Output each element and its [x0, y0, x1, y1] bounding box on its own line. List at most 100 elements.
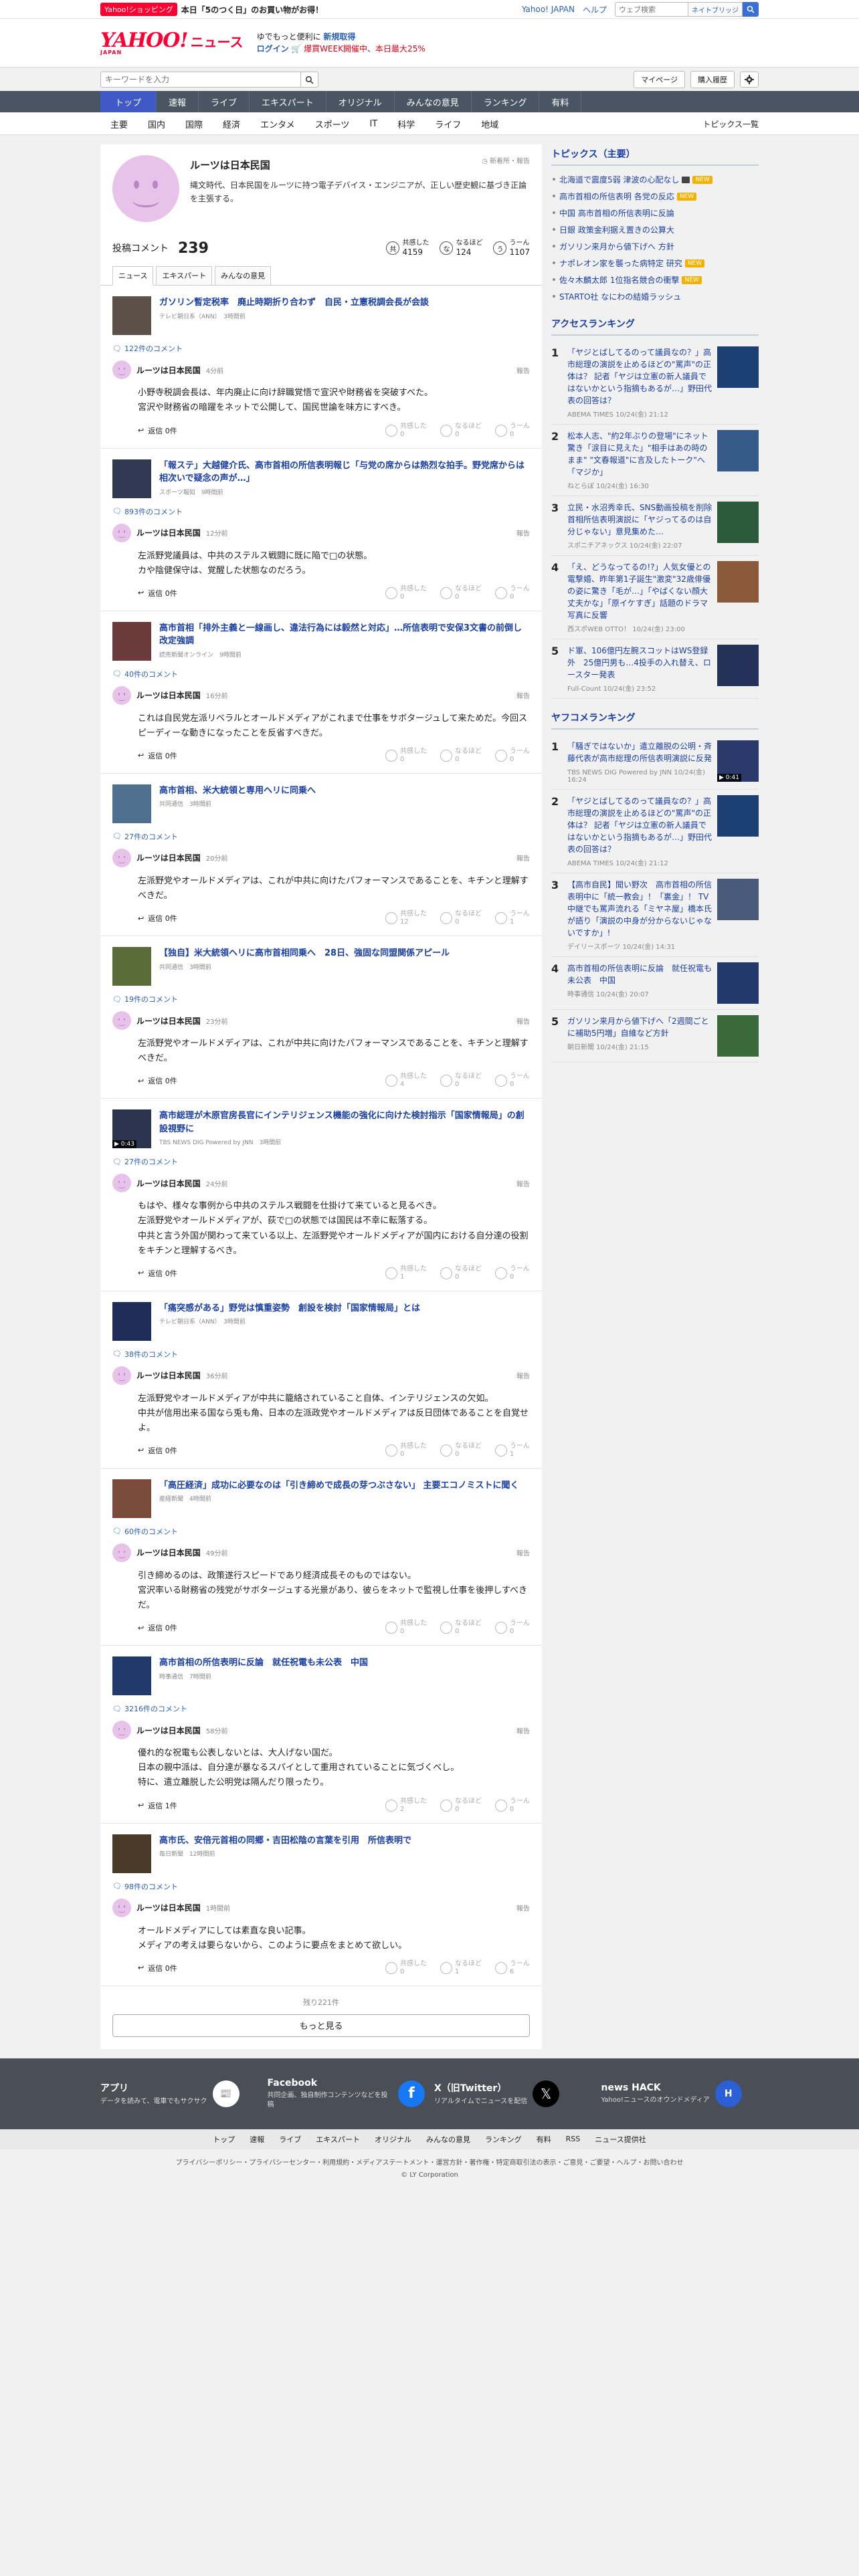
reaction-agree-button[interactable]: なるほど 0	[440, 910, 482, 926]
ranking-item[interactable]: 1 「ヤジとばしてるのって議員なの？」高市総理の演説を止めるほどの"罵声"の正体は…	[551, 341, 759, 425]
reaction-hmm-button[interactable]: うーん 0	[495, 1073, 530, 1089]
article-link[interactable]: 高市氏、安倍元首相の同郷・吉田松陰の言葉を引用 所信表明で 毎日新聞 12時間前	[100, 1824, 542, 1879]
cat-local[interactable]: 地域	[471, 118, 508, 130]
reply-toggle[interactable]: ↩ 返信 0件	[138, 588, 177, 599]
footer-link[interactable]: ライブ	[279, 2134, 301, 2145]
purchase-history-button[interactable]: 購入履歴	[690, 71, 735, 88]
comment-author[interactable]: ルーツは日本民国	[136, 527, 201, 538]
topic-link[interactable]: 中国 高市首相の所信表明に反論	[551, 205, 759, 221]
comment-author[interactable]: ルーツは日本民国	[136, 1547, 201, 1558]
comment-author[interactable]: ルーツは日本民国	[136, 364, 201, 376]
nav-live[interactable]: ライブ	[199, 91, 250, 112]
report-link[interactable]: 報告	[516, 365, 530, 375]
comment-author[interactable]: ルーツは日本民国	[136, 689, 201, 701]
reaction-empathy-button[interactable]: 共感した 1	[385, 1265, 427, 1281]
reaction-agree-button[interactable]: なるほど 1	[440, 1960, 482, 1976]
report-link[interactable]: 報告	[516, 1903, 530, 1913]
ranking-title[interactable]: ド軍、106億円左腕スコットはWS登録外 25億円男も…4投手の入れ替え、ロース…	[567, 645, 713, 681]
footer-link[interactable]: ランキング	[485, 2134, 522, 2145]
reply-toggle[interactable]: ↩ 返信 0件	[138, 425, 177, 436]
ranking-title[interactable]: 立民・水沼秀幸氏、SNS動画投稿を削除 首相所信表明演説に「ヤジってるのは自分じ…	[567, 502, 720, 538]
article-title[interactable]: 高市氏、安倍元首相の同郷・吉田松陰の言葉を引用 所信表明で	[159, 1834, 411, 1848]
comment-author[interactable]: ルーツは日本民国	[136, 1178, 201, 1189]
nav-ranking[interactable]: ランキング	[472, 91, 540, 112]
comment-count-link[interactable]: 🗨 27件のコメント	[100, 1154, 542, 1174]
comment-count-link[interactable]: 🗨 40件のコメント	[100, 666, 542, 686]
cat-world[interactable]: 国際	[175, 118, 213, 130]
cat-economy[interactable]: 経済	[213, 118, 250, 130]
footer-card-newshack[interactable]: news HACK Yahoo!ニュースのオウンドメディア H	[601, 2080, 759, 2107]
nav-expert[interactable]: エキスパート	[250, 91, 326, 112]
cat-it[interactable]: IT	[359, 119, 387, 129]
yahoo-japan-link[interactable]: Yahoo! JAPAN	[522, 5, 575, 14]
ranking-item[interactable]: 4 「え、どうなってるの!?」人気女優との電撃婚、昨年第1子誕生"激変"32歳俳優…	[551, 556, 759, 639]
topic-link[interactable]: 北海道で震度5弱 津波の心配なし NEW	[551, 171, 759, 188]
report-link[interactable]: 報告	[516, 1370, 530, 1380]
reaction-hmm-button[interactable]: うーん 0	[495, 423, 530, 439]
topic-link[interactable]: 日銀 政策金利据え置きの公算大	[551, 221, 759, 238]
news-search-input[interactable]	[100, 72, 301, 88]
reaction-hmm-button[interactable]: うーん 0	[495, 1265, 530, 1281]
footer-link[interactable]: 速報	[250, 2134, 264, 2145]
topics-list-link[interactable]: トピックス一覧	[702, 118, 759, 130]
reaction-hmm-button[interactable]: うーん 0	[495, 1798, 530, 1814]
web-search-button[interactable]	[743, 2, 759, 17]
comment-count-link[interactable]: 🗨 60件のコメント	[100, 1523, 542, 1543]
article-link[interactable]: ▶ 0:43 高市総理が木原官房長官にインテリジェンス機能の強化に向けた検討指示「…	[100, 1099, 542, 1154]
footer-link[interactable]: エキスパート	[316, 2134, 360, 2145]
reply-toggle[interactable]: ↩ 返信 0件	[138, 1445, 177, 1456]
article-link[interactable]: 【独自】米大統領ヘリに高市首相同乗へ 28日、強固な同盟関係アピール 共同通信 3…	[100, 936, 542, 991]
footer-link[interactable]: ニュース提供社	[595, 2134, 646, 2145]
tab-opinions[interactable]: みんなの意見	[215, 266, 272, 286]
reaction-agree-button[interactable]: なるほど 0	[440, 1442, 482, 1459]
ranking-item[interactable]: 2 「ヤジとばしてるのって議員なの？」高市総理の演説を止めるほどの"罵声"の正体は…	[551, 790, 759, 873]
reaction-agree-button[interactable]: なるほど 0	[440, 1620, 482, 1636]
footer-link[interactable]: みんなの意見	[426, 2134, 470, 2145]
tab-news[interactable]: ニュース	[112, 266, 154, 286]
comment-count-link[interactable]: 🗨 893件のコメント	[100, 504, 542, 524]
topic-link[interactable]: 高市首相の所信表明 各党の反応 NEW	[551, 188, 759, 205]
cat-entertainment[interactable]: エンタメ	[250, 118, 305, 130]
reaction-empathy-button[interactable]: 共感した 0	[385, 1960, 427, 1976]
help-link[interactable]: ヘルプ	[583, 4, 607, 15]
reaction-empathy-button[interactable]: 共感した 0	[385, 585, 427, 601]
ranking-item[interactable]: 3 【高市自民】聞い野次 高市首相の所信表明中に「統一教会」！「裏金」！ TV中継…	[551, 873, 759, 957]
nav-opinions[interactable]: みんなの意見	[395, 91, 472, 112]
article-title[interactable]: 【独自】米大統領ヘリに高市首相同乗へ 28日、強固な同盟関係アピール	[159, 947, 450, 960]
article-link[interactable]: 「報ステ」大越健介氏、高市首相の所信表明報じ「与党の席からは熱烈な拍手。野党席か…	[100, 449, 542, 504]
ranking-title[interactable]: 「ヤジとばしてるのって議員なの？」高市総理の演説を止めるほどの"罵声"の正体は？…	[567, 795, 713, 855]
load-more-button[interactable]: もっと見る	[112, 2014, 530, 2037]
nav-paid[interactable]: 有料	[539, 91, 582, 112]
reaction-hmm-button[interactable]: うーん 6	[495, 1960, 530, 1976]
comment-author[interactable]: ルーツは日本民国	[136, 852, 201, 863]
article-title[interactable]: 高市首相の所信表明に反論 就任祝電も未公表 中国	[159, 1656, 368, 1670]
ranking-title[interactable]: 「ヤジとばしてるのって議員なの？」高市総理の演説を止めるほどの"罵声"の正体は？…	[567, 346, 713, 407]
reply-toggle[interactable]: ↩ 返信 0件	[138, 750, 177, 761]
news-search-button[interactable]	[301, 72, 318, 88]
article-title[interactable]: 高市首相「排外主義と一線画し、違法行為には毅然と対応」…所信表明で安保3文書の前…	[159, 622, 530, 648]
topic-link[interactable]: 佐々木麟太郎 1位指名競合の衝撃 NEW	[551, 272, 759, 288]
nav-breaking[interactable]: 速報	[157, 91, 199, 112]
ranking-item[interactable]: 1 「騒ぎではないか」遣立離脱の公明・斉藤代表が高市総理の所信表明演説に反発 TBS…	[551, 735, 759, 790]
reaction-agree-button[interactable]: なるほど 0	[440, 1073, 482, 1089]
ranking-item[interactable]: 5 ガソリン来月から値下げへ「2週間ごとに補助5円増」自維など方針 朝日新聞 10/…	[551, 1010, 759, 1063]
footer-link[interactable]: RSS	[566, 2135, 581, 2143]
article-link[interactable]: 高市首相、米大統領と専用ヘリに同乗へ 共同通信 3時間前	[100, 774, 542, 829]
footer-link[interactable]: トップ	[213, 2134, 235, 2145]
footer-link[interactable]: オリジナル	[375, 2134, 411, 2145]
signup-link[interactable]: 新規取得	[323, 32, 355, 41]
reaction-empathy-button[interactable]: 共感した 2	[385, 1798, 427, 1814]
reply-toggle[interactable]: ↩ 返信 0件	[138, 913, 177, 924]
article-title[interactable]: 「高圧経済」成功に必要なのは「引き締めで成長の芽つぶさない」 主要エコノミストに…	[159, 1479, 519, 1493]
web-search-option[interactable]: ネイトブリッジ	[688, 2, 743, 17]
reaction-empathy-button[interactable]: 共感した 0	[385, 1442, 427, 1459]
comment-author[interactable]: ルーツは日本民国	[136, 1902, 201, 1913]
reaction-hmm-button[interactable]: うーん 0	[495, 1620, 530, 1636]
ranking-title[interactable]: 「騒ぎではないか」遣立離脱の公明・斉藤代表が高市総理の所信表明演説に反発	[567, 740, 713, 764]
ranking-title[interactable]: 【高市自民】聞い野次 高市首相の所信表明中に「統一教会」！「裏金」！ TV中継で…	[567, 879, 713, 939]
ranking-item[interactable]: 3 立民・水沼秀幸氏、SNS動画投稿を削除 首相所信表明演説に「ヤジってるのは自分…	[551, 496, 759, 556]
footer-card-x[interactable]: X（旧Twitter） リアルタイムでニュースを配信 𝕏	[434, 2080, 592, 2107]
sale-promo[interactable]: 🛒 爆買WEEK開催中、本日最大25%	[291, 44, 425, 53]
legal-links[interactable]: プライバシーポリシー・プライバシーセンター・利用規約・メディアステートメント・運…	[0, 2157, 859, 2169]
report-link[interactable]: 報告	[516, 1547, 530, 1558]
